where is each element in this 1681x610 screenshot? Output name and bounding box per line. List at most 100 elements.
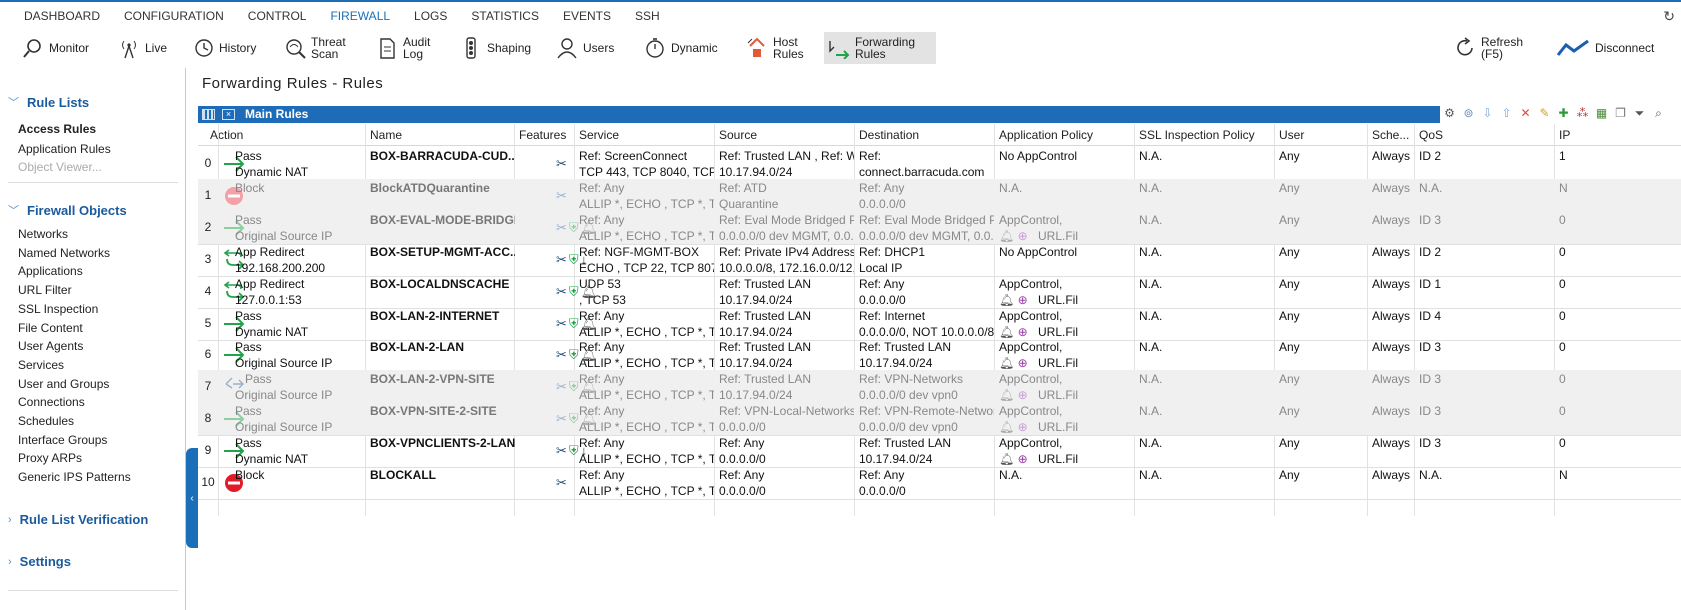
cell-ssl: N.A.: [1139, 340, 1163, 355]
grid-icon[interactable]: [202, 109, 215, 120]
tools-icon: ✂: [556, 347, 567, 363]
users-label: Users: [583, 41, 615, 55]
table-row[interactable]: 8 Pass Original Source IP BOX-VPN-SITE-2-SI…: [198, 402, 1681, 437]
rule-lists-header[interactable]: ﹀ Rule Lists: [8, 94, 89, 110]
column-header-ip[interactable]: IP: [1559, 128, 1579, 142]
table-icon[interactable]: ▦: [1594, 106, 1609, 121]
shaping-button[interactable]: Shaping: [456, 32, 535, 64]
nav-events[interactable]: EVENTS: [551, 8, 623, 26]
threat-scan-button[interactable]: Threat Scan: [280, 32, 350, 64]
link-icon[interactable]: ⊚: [1461, 106, 1476, 121]
nav-dashboard[interactable]: DASHBOARD: [12, 8, 112, 26]
row-number: 1: [204, 187, 212, 202]
search-icon[interactable]: ⌕: [1651, 106, 1666, 121]
settings-header[interactable]: › Settings: [8, 554, 71, 569]
feature-icons: ✂ ⛨ ↓: [556, 252, 587, 268]
table-row[interactable]: 10 Block BLOCKALL Ref: Any ALLIP *, ECHO , T…: [198, 466, 1681, 500]
bell-icon: 🔔︎: [999, 356, 1015, 371]
sidebar-item-generic-ips-patterns[interactable]: Generic IPS Patterns: [18, 470, 131, 484]
sidebar-item-services[interactable]: Services: [18, 358, 64, 372]
sidebar-item-access-rules[interactable]: Access Rules: [18, 122, 96, 136]
table-row[interactable]: 5 Pass Dynamic NAT BOX-LAN-2-INTERNET Ref: A…: [198, 307, 1681, 341]
sidebar-item-proxy-arps[interactable]: Proxy ARPs: [18, 451, 82, 465]
history-button[interactable]: History: [188, 32, 260, 64]
table-row[interactable]: 3 App Redirect 192.168.200.200 BOX-SETUP-MG…: [198, 243, 1681, 277]
move-up-icon[interactable]: ⇧: [1499, 106, 1514, 121]
table-row[interactable]: 4 App Redirect 127.0.0.1:53 BOX-LOCALDNSCAC…: [198, 275, 1681, 309]
sidebar-item-user-agents[interactable]: User Agents: [18, 339, 83, 353]
cell-name: BOX-LAN-2-VPN-SITE: [370, 372, 495, 387]
refresh-button[interactable]: Refresh (F5): [1450, 32, 1527, 64]
forwarding-rules-button[interactable]: Forwarding Rules: [824, 32, 936, 64]
column-header-source[interactable]: Source: [719, 128, 854, 142]
nav-logs[interactable]: LOGS: [402, 8, 459, 26]
column-header-ssl-inspection-policy[interactable]: SSL Inspection Policy: [1139, 128, 1274, 142]
sidebar-item-file-content[interactable]: File Content: [18, 321, 83, 335]
bell-icon: 🔔︎: [580, 219, 598, 235]
table-row[interactable]: 2 Pass Original Source IP BOX-EVAL-MODE-BRI…: [198, 210, 1681, 245]
column-header-user[interactable]: User: [1279, 128, 1364, 142]
column-header-destination[interactable]: Destination: [859, 128, 994, 142]
nav-ssh[interactable]: SSH: [623, 8, 672, 26]
close-box-icon[interactable]: ×: [222, 109, 235, 120]
nav-firewall[interactable]: FIREWALL: [318, 8, 402, 26]
cell-user: Any: [1279, 404, 1300, 419]
users-button[interactable]: Users: [552, 32, 618, 64]
objects-icon[interactable]: ⁂: [1575, 106, 1590, 121]
tools-icon: ✂: [556, 443, 567, 459]
sidebar-item-networks[interactable]: Networks: [18, 227, 68, 241]
globe-icon: ⊕: [1017, 228, 1028, 243]
column-header-service[interactable]: Service: [579, 128, 714, 142]
sidebar-item-application-rules[interactable]: Application Rules: [18, 142, 111, 156]
cell-src1: Ref: VPN-Local-Networks: [719, 404, 854, 419]
feature-icons: ✂: [556, 156, 567, 172]
cell-sched: Always: [1372, 244, 1411, 259]
column-header-application-policy[interactable]: Application Policy: [999, 128, 1134, 142]
table-row[interactable]: 1 Block BlockATDQuarantine Ref: Any ALLIP *,…: [198, 178, 1681, 213]
table-row[interactable]: 9 Pass Dynamic NAT BOX-VPNCLIENTS-2-LAN Ref:…: [198, 434, 1681, 469]
column-header-schedule[interactable]: Sche...: [1372, 128, 1412, 142]
sidebar-item-url-filter[interactable]: URL Filter: [18, 283, 72, 297]
nav-control[interactable]: CONTROL: [236, 8, 319, 26]
table-row[interactable]: 7 Pass Original Source IP BOX-LAN-2-VPN-SIT…: [198, 370, 1681, 405]
sidebar-item-user-and-groups[interactable]: User and Groups: [18, 377, 109, 391]
sidebar-item-applications[interactable]: Applications: [18, 264, 83, 278]
nav-statistics[interactable]: STATISTICS: [459, 8, 551, 26]
gear-icon[interactable]: ⚙: [1442, 106, 1457, 121]
column-header-name[interactable]: Name: [370, 128, 510, 142]
copy-icon[interactable]: ❐: [1613, 106, 1628, 121]
add-icon[interactable]: ✚: [1556, 106, 1571, 121]
cell-dst1: Ref: Internet: [859, 308, 926, 323]
rule-list-verification-header[interactable]: › Rule List Verification: [8, 512, 148, 527]
live-button[interactable]: Live: [114, 32, 171, 64]
sidebar-collapse-handle[interactable]: ‹: [186, 448, 198, 548]
cell-svc1: Ref: Any: [579, 180, 625, 195]
cell-user: Any: [1279, 149, 1300, 163]
nav-configuration[interactable]: CONFIGURATION: [112, 8, 236, 26]
table-row[interactable]: 0 Pass Dynamic NAT BOX-BARRACUDA-CUD... Ref:…: [198, 147, 1681, 181]
cell-sched: Always: [1372, 212, 1411, 227]
sidebar-item-named-networks[interactable]: Named Networks: [18, 246, 110, 260]
sidebar-item-ssl-inspection[interactable]: SSL Inspection: [18, 302, 98, 316]
reload-icon[interactable]: ↻: [1663, 8, 1675, 25]
monitor-button[interactable]: Monitor: [18, 32, 93, 64]
magnifier-icon: [22, 37, 44, 59]
host-rules-button[interactable]: Host Rules: [742, 32, 808, 64]
firewall-objects-header[interactable]: ﹀ Firewall Objects: [8, 202, 127, 218]
column-header-action[interactable]: Action: [210, 128, 360, 142]
move-down-icon[interactable]: ⇩: [1480, 106, 1495, 121]
delete-icon[interactable]: ✕: [1518, 106, 1533, 121]
sidebar-item-interface-groups[interactable]: Interface Groups: [18, 433, 107, 447]
edit-icon[interactable]: ✎: [1537, 106, 1552, 121]
sidebar-item-connections[interactable]: Connections: [18, 395, 85, 409]
dynamic-button[interactable]: Dynamic: [640, 32, 722, 64]
audit-log-button[interactable]: Audit Log: [372, 32, 434, 64]
sidebar-item-schedules[interactable]: Schedules: [18, 414, 74, 428]
column-header-qos[interactable]: QoS: [1419, 128, 1559, 142]
disconnect-button[interactable]: Disconnect: [1552, 32, 1658, 64]
column-header-features[interactable]: Features: [519, 128, 574, 142]
cell-qos: ID 2: [1419, 244, 1442, 259]
cell-src1: Ref: Any: [719, 436, 765, 451]
table-row[interactable]: 6 Pass Original Source IP BOX-LAN-2-LAN Ref:…: [198, 338, 1681, 373]
filter-icon[interactable]: ⏷: [1632, 106, 1647, 121]
